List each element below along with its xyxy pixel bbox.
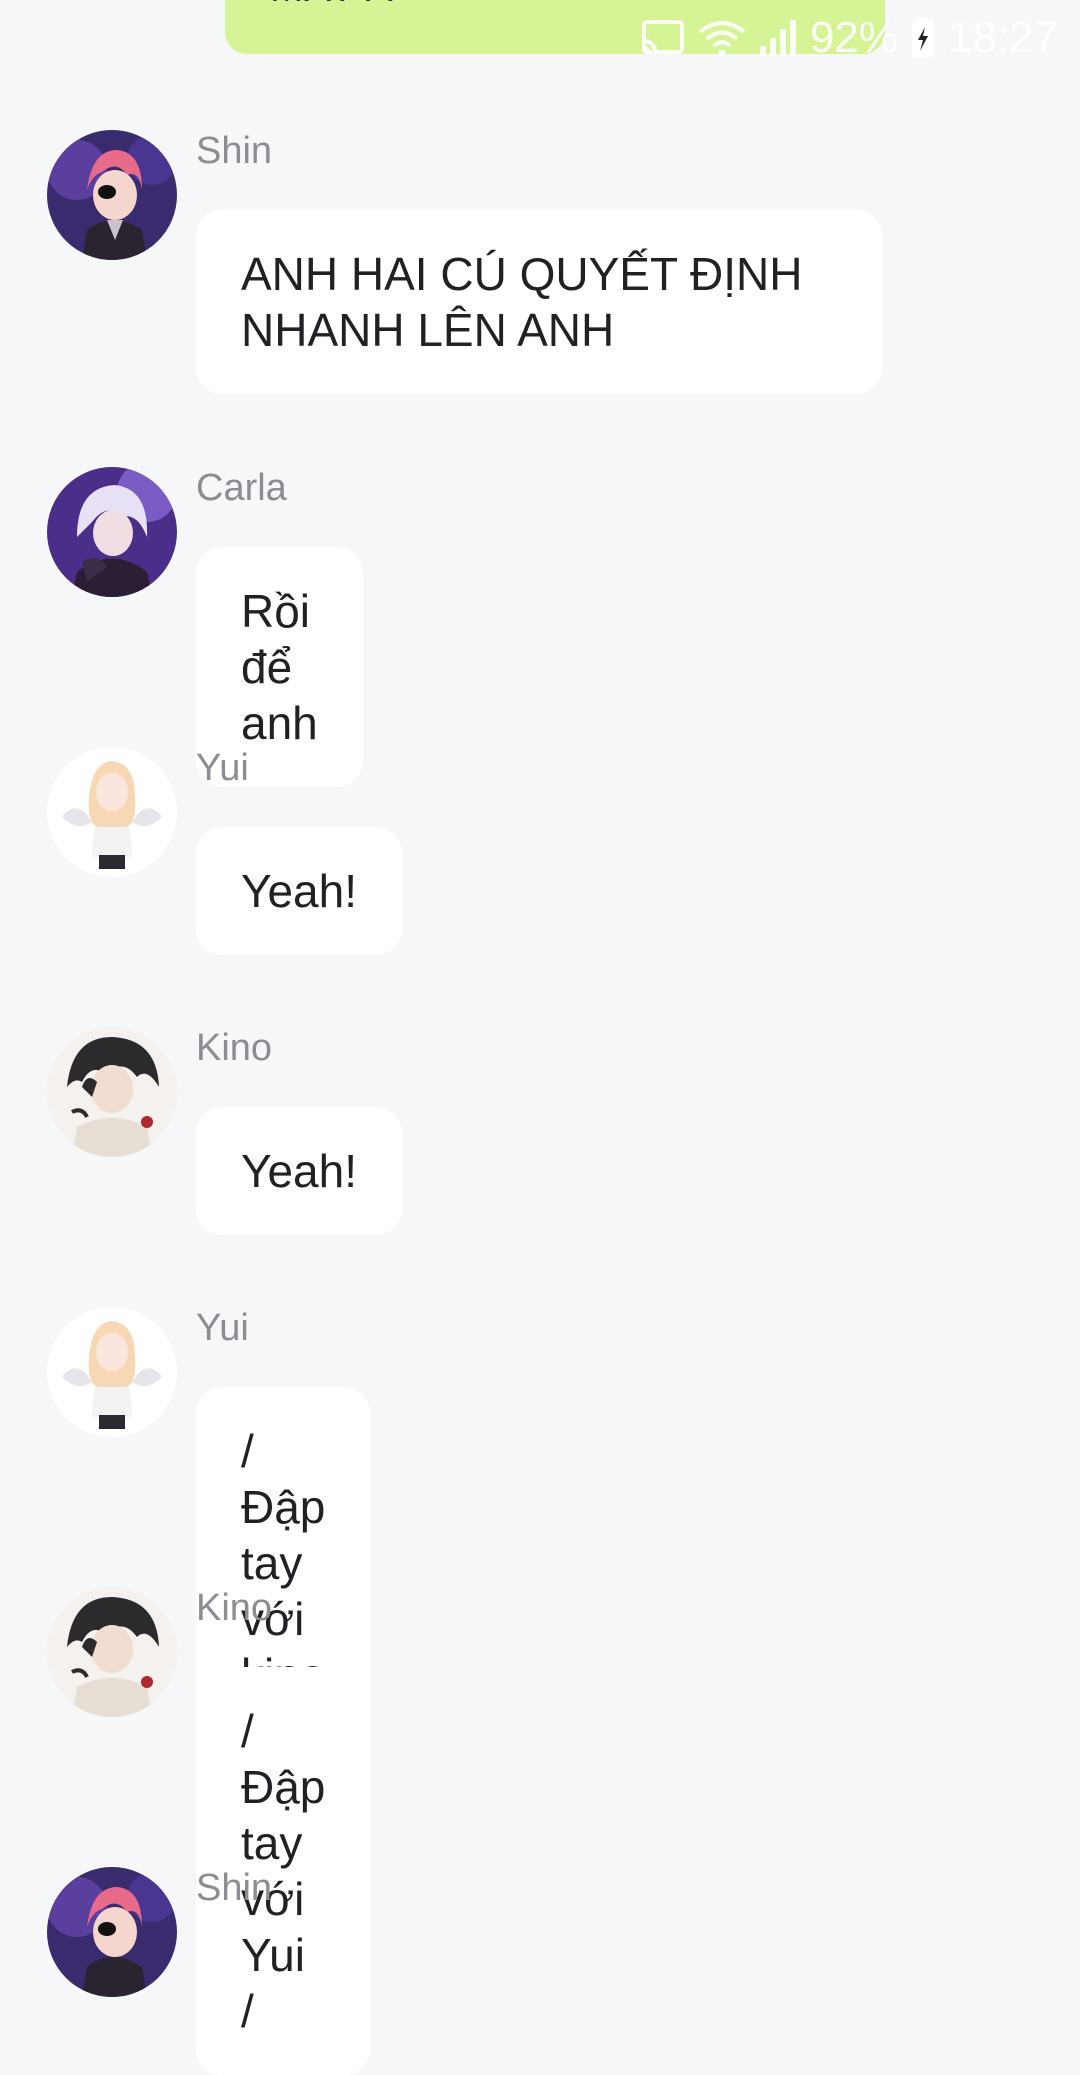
avatar-yui[interactable] [47, 1307, 177, 1437]
message-bubble[interactable]: Yeah! [196, 827, 402, 955]
status-bar: 92% 18:27 [638, 10, 1058, 66]
sender-name: Shin [196, 1867, 273, 1909]
sender-name: Kino [196, 1027, 273, 1069]
avatar-carla[interactable] [47, 467, 177, 597]
signal-icon [758, 18, 798, 58]
avatar-shin[interactable] [47, 130, 177, 260]
avatar-yui[interactable] [47, 747, 177, 877]
clock-time: 18:27 [947, 13, 1058, 62]
sender-name: Kino [196, 1587, 273, 1629]
wifi-icon [698, 18, 746, 58]
avatar-kino[interactable] [47, 1587, 177, 1717]
message-bubble[interactable]: ANH HAI CÚ QUYẾT ĐỊNH NHANH LÊN ANH [196, 210, 882, 394]
own-message-text: MAY A [270, 0, 394, 11]
sender-name: Carla [196, 467, 287, 509]
cast-icon [638, 18, 686, 58]
sender-name: Yui [196, 1307, 249, 1349]
sender-name: Shin [196, 130, 273, 172]
avatar-shin[interactable] [47, 1867, 177, 1997]
battery-percentage: 92% [809, 13, 898, 62]
sender-name: Yui [196, 747, 249, 789]
avatar-kino[interactable] [47, 1027, 177, 1157]
message-bubble[interactable]: Yeah! [196, 1107, 402, 1235]
battery-charging-icon [910, 17, 936, 59]
